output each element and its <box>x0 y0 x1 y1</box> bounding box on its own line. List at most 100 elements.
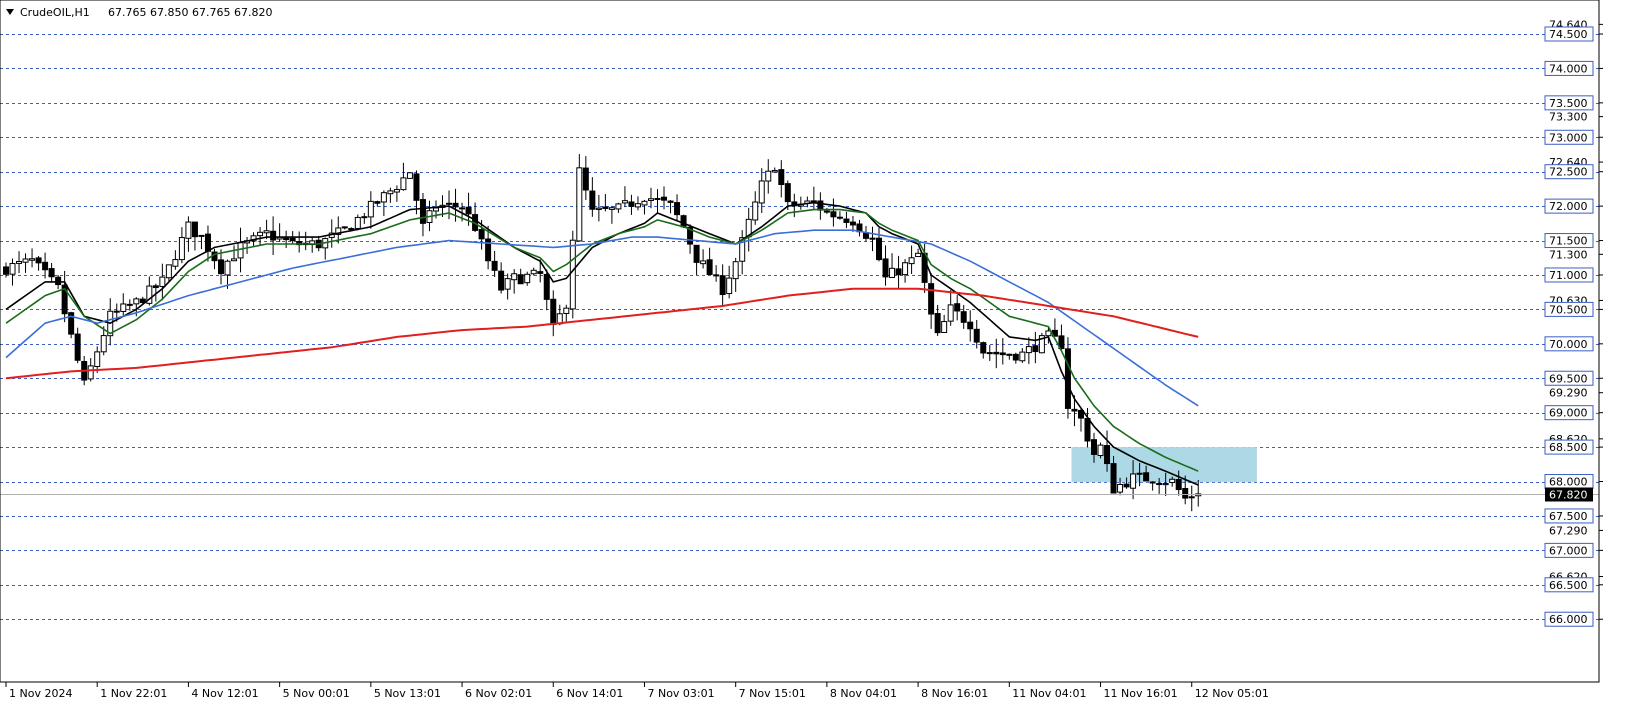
candle-body <box>973 328 980 343</box>
candle-body <box>178 237 185 261</box>
candle-body <box>48 268 55 278</box>
y-tick-label: 69.500 <box>1549 372 1588 385</box>
x-tick-label: 8 Nov 04:01 <box>830 687 897 700</box>
candle-body <box>576 167 583 242</box>
candle-body <box>530 269 537 275</box>
candle-body <box>543 273 550 300</box>
candle-body <box>1123 483 1130 488</box>
y-tick-label: 72.500 <box>1549 166 1588 179</box>
candle-body <box>42 261 49 271</box>
candle-body <box>732 261 739 280</box>
x-tick-label: 11 Nov 16:01 <box>1104 687 1178 700</box>
candle-body <box>719 275 726 296</box>
x-tick-label: 8 Nov 16:01 <box>921 687 988 700</box>
candle-body <box>1130 473 1137 489</box>
candle-body <box>29 258 36 261</box>
candle-body <box>1136 472 1143 475</box>
candle-body <box>563 307 570 314</box>
candle-body <box>602 206 609 209</box>
candle-body <box>133 298 140 305</box>
candle-body <box>1045 330 1052 337</box>
x-tick-label: 7 Nov 15:01 <box>739 687 806 700</box>
candle-body <box>165 264 172 279</box>
candle-body <box>413 173 420 201</box>
candle-body <box>1182 488 1189 499</box>
candle-body <box>595 207 602 210</box>
chart-background <box>0 0 1651 706</box>
candle-body <box>647 198 654 201</box>
candle-body <box>752 201 759 221</box>
candle-body <box>120 303 127 312</box>
candle-body <box>608 207 615 210</box>
candle-body <box>641 200 648 206</box>
candle-body <box>1097 444 1104 457</box>
candle-body <box>498 270 505 291</box>
candle-body <box>94 351 101 367</box>
candle-body <box>1110 463 1117 494</box>
candle-body <box>1012 353 1019 361</box>
candle-body <box>348 228 355 231</box>
candle-body <box>908 257 915 265</box>
candle-body <box>713 274 720 277</box>
candle-body <box>537 271 544 274</box>
candle-body <box>661 196 668 201</box>
y-tick-label: 73.300 <box>1549 111 1588 124</box>
candle-body <box>771 169 778 173</box>
y-tick-label: 71.300 <box>1549 248 1588 261</box>
candle-body <box>928 283 935 315</box>
symbol-label: CrudeOIL,H1 <box>20 6 90 19</box>
candle-body <box>289 237 296 242</box>
candle-body <box>87 365 94 380</box>
candle-body <box>3 266 9 275</box>
candle-body <box>836 216 843 219</box>
candle-body <box>843 218 850 223</box>
candle-body <box>849 221 856 226</box>
ohlc-label: 67.765 67.850 67.765 67.820 <box>108 6 272 19</box>
candle-body <box>263 230 270 234</box>
y-tick-label: 69.290 <box>1549 387 1588 400</box>
candle-body <box>758 180 765 204</box>
x-tick-label: 6 Nov 02:01 <box>465 687 532 700</box>
candle-body <box>993 351 1000 355</box>
candle-body <box>934 313 941 334</box>
candle-body <box>452 202 459 208</box>
x-tick-label: 1 Nov 22:01 <box>100 687 167 700</box>
last-price-label: 67.820 <box>1549 489 1588 502</box>
x-tick-label: 7 Nov 03:01 <box>647 687 714 700</box>
x-tick-label: 6 Nov 14:01 <box>556 687 623 700</box>
candle-body <box>895 268 902 276</box>
candle-body <box>706 259 713 275</box>
candle-body <box>524 273 531 284</box>
candle-body <box>882 258 889 278</box>
candle-body <box>504 278 511 290</box>
candle-body <box>1071 408 1078 412</box>
y-tick-label: 74.000 <box>1549 62 1588 75</box>
y-tick-label: 66.000 <box>1549 613 1588 626</box>
candle-body <box>224 260 231 276</box>
y-tick-label: 68.500 <box>1549 441 1588 454</box>
candle-body <box>628 201 635 207</box>
candle-body <box>491 260 498 271</box>
price-chart[interactable]: 74.64074.50074.00073.50073.30073.00072.6… <box>0 0 1651 706</box>
candle-body <box>432 207 439 212</box>
candle-body <box>465 206 472 215</box>
candle-body <box>1175 479 1182 491</box>
candle-body <box>270 230 277 241</box>
candle-body <box>152 285 159 289</box>
candle-body <box>406 172 413 179</box>
candle-body <box>1019 351 1026 362</box>
candle-body <box>198 234 205 237</box>
y-tick-label: 67.290 <box>1549 524 1588 537</box>
x-tick-label: 12 Nov 05:01 <box>1195 687 1269 700</box>
candle-body <box>1032 345 1039 353</box>
candle-body <box>478 229 485 240</box>
y-tick-label: 67.000 <box>1549 544 1588 557</box>
y-tick-label: 66.500 <box>1549 579 1588 592</box>
candle-body <box>967 321 974 330</box>
candle-body <box>446 202 453 205</box>
candle-body <box>231 258 238 262</box>
candle-body <box>393 189 400 193</box>
candle-body <box>902 262 909 276</box>
y-tick-label: 69.000 <box>1549 407 1588 420</box>
y-tick-label: 72.000 <box>1549 200 1588 213</box>
